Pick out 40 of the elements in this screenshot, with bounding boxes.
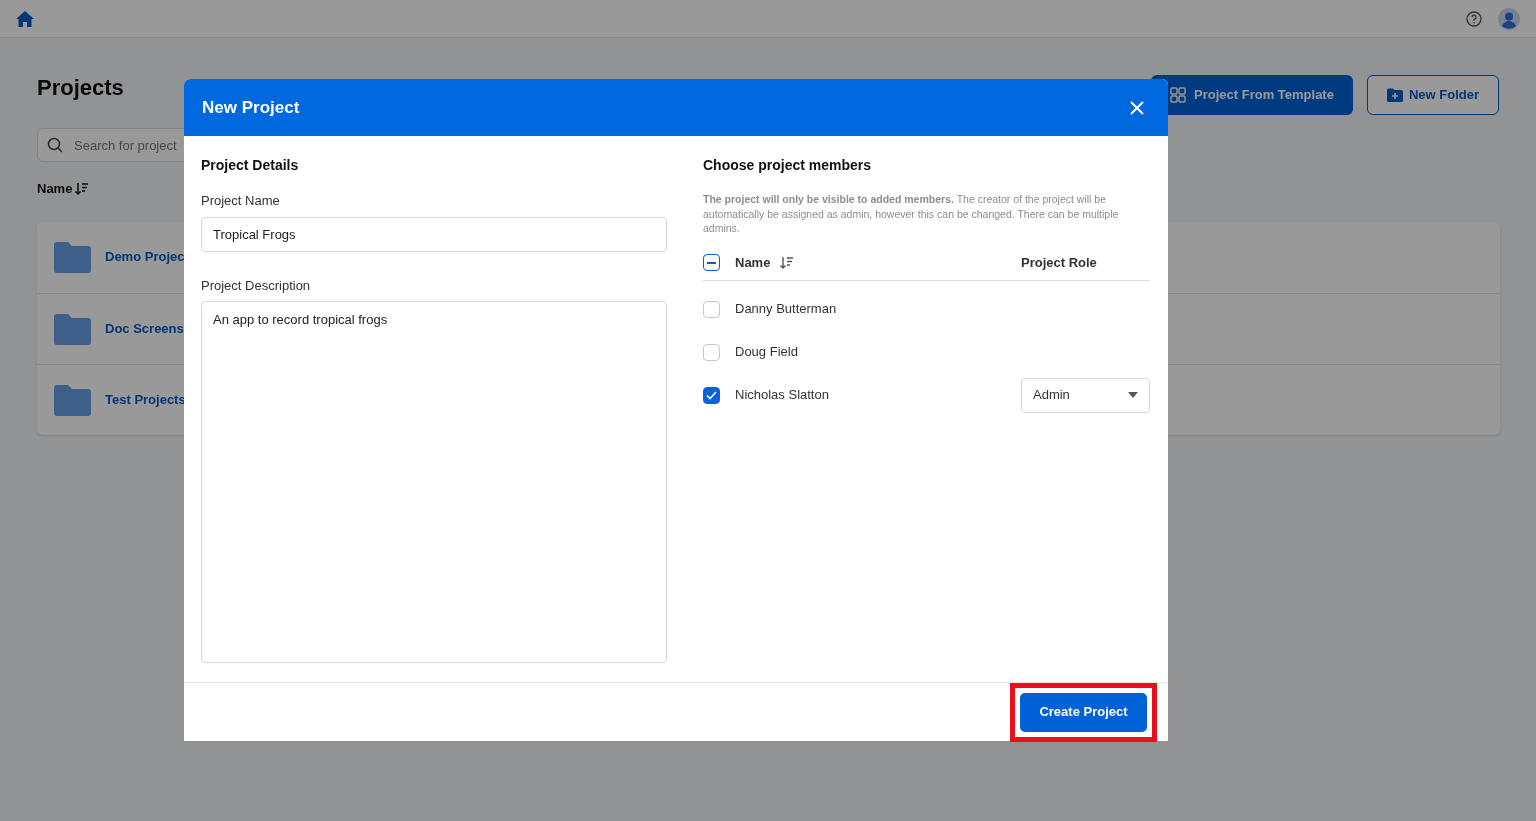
member-name: Danny Butterman xyxy=(735,300,837,319)
folder-icon xyxy=(54,241,91,273)
sort-icon[interactable] xyxy=(780,256,795,269)
member-name: Nicholas Slatton xyxy=(735,386,829,405)
member-checkbox[interactable] xyxy=(703,300,720,318)
section-heading: Project Details xyxy=(201,156,300,174)
folder-plus-icon xyxy=(1386,88,1403,102)
member-checkbox[interactable] xyxy=(703,343,720,361)
folder-icon xyxy=(54,383,91,416)
help-icon[interactable] xyxy=(1466,10,1482,27)
sort-label[interactable]: Name xyxy=(37,179,73,199)
caret-icon xyxy=(1128,392,1138,398)
field-label: Project Name xyxy=(201,192,281,210)
field-label: Project Description xyxy=(201,276,312,295)
column-header[interactable]: Name xyxy=(735,252,771,273)
close-icon[interactable] xyxy=(1130,100,1144,115)
page-title: Projects xyxy=(37,74,124,102)
template-button[interactable]: Project From Template xyxy=(1151,75,1353,115)
user-avatar-icon[interactable] xyxy=(1498,7,1520,30)
grid-icon xyxy=(1170,87,1186,103)
column-header: Project Role xyxy=(1021,253,1098,272)
search-icon xyxy=(47,137,63,153)
folder-name[interactable]: Test Projects xyxy=(105,389,186,410)
folder-name[interactable]: Doc Screens xyxy=(105,318,184,339)
project-name-field[interactable]: Tropical Frogs xyxy=(201,216,667,252)
member-checkbox[interactable] xyxy=(703,386,720,404)
role-dropdown[interactable]: Admin xyxy=(1021,377,1150,413)
create-project-button[interactable]: Create Project xyxy=(1020,692,1147,732)
folder-name[interactable]: Demo Projec xyxy=(105,247,185,267)
sort-icon[interactable] xyxy=(75,182,90,195)
member-name: Doug Field xyxy=(735,343,798,362)
project-description-field[interactable]: An app to record tropical frogs xyxy=(201,301,667,663)
folder-icon xyxy=(54,312,91,345)
members-note: The project will only be visible to added members. The creator of the project will be automatically be assigned as admin, however this can be changed. There can be multiple admins. xyxy=(703,192,1120,236)
select-all-checkbox[interactable] xyxy=(703,254,720,271)
dialog-title: New Project xyxy=(202,96,300,119)
new-folder-button[interactable]: New Folder xyxy=(1366,75,1499,115)
home-icon[interactable] xyxy=(16,10,34,27)
check-icon xyxy=(706,390,717,400)
section-heading: Choose project members xyxy=(703,156,873,174)
